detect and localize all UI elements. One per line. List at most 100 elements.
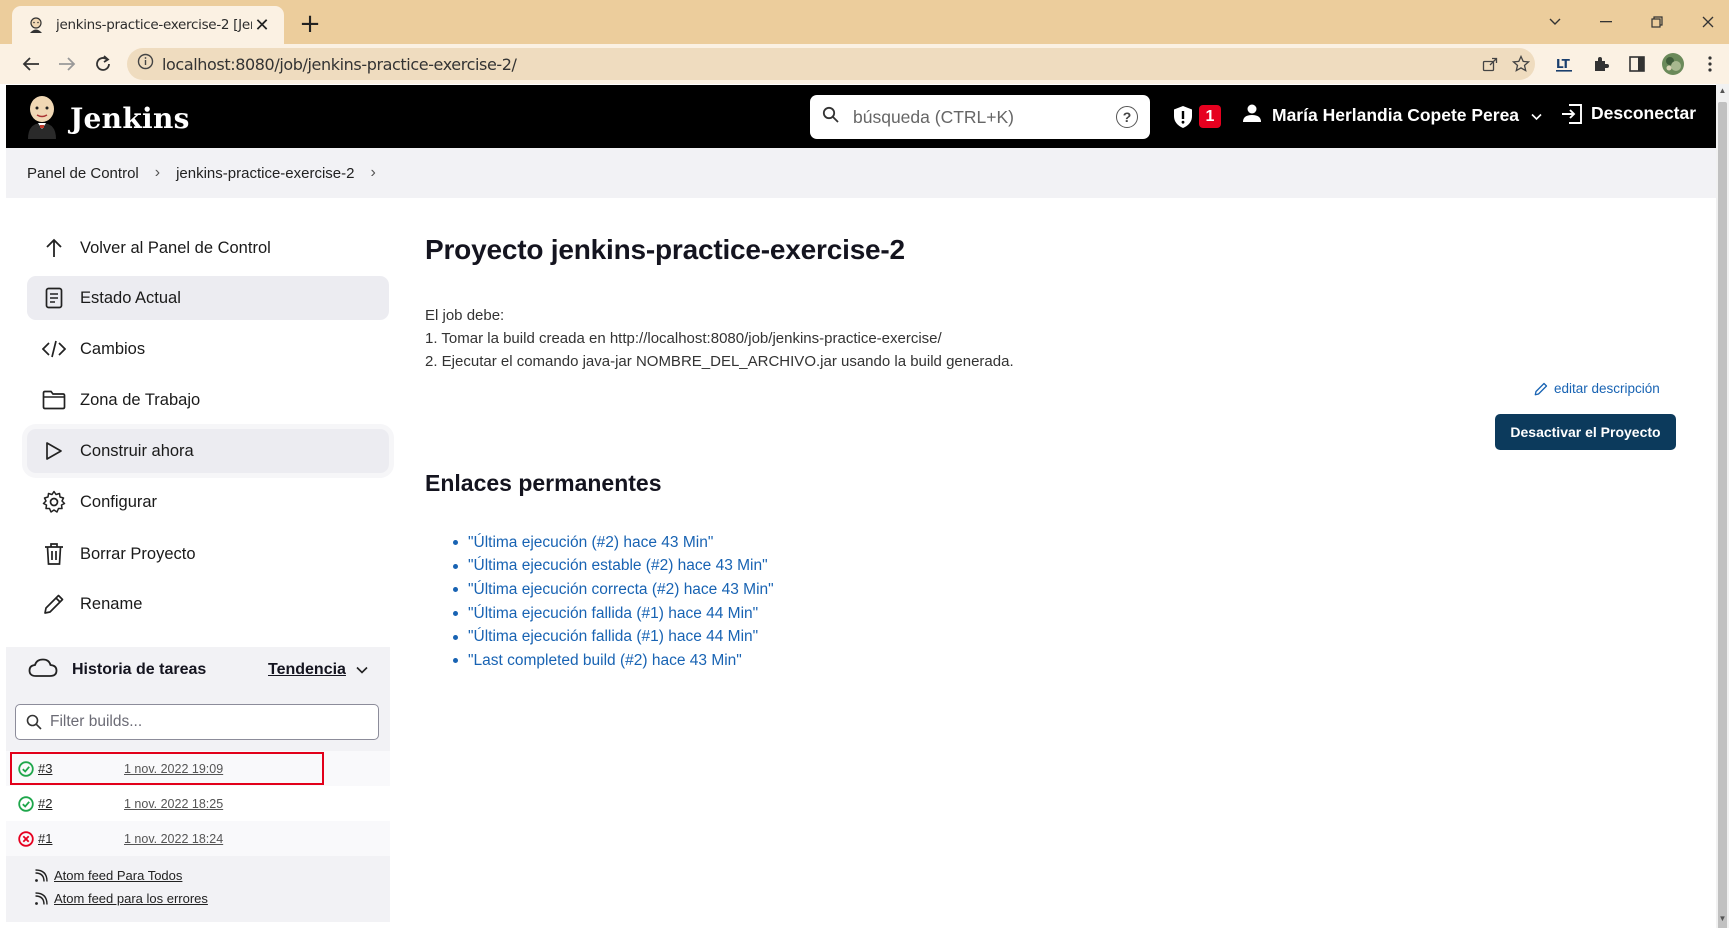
tab-strip: jenkins-practice-exercise-2 [Jenkins] ✕ … bbox=[0, 0, 1729, 44]
play-icon bbox=[42, 439, 66, 463]
build-date-link[interactable]: 1 nov. 2022 18:24 bbox=[124, 832, 223, 846]
permalinks-list: "Última ejecución (#2) hace 43 Min" "Últ… bbox=[450, 531, 774, 673]
logout-link[interactable]: Desconectar bbox=[1561, 103, 1696, 124]
jenkins-butler-logo-icon bbox=[24, 93, 60, 144]
search-input[interactable]: búsqueda (CTRL+K) bbox=[853, 107, 1116, 128]
folder-icon bbox=[42, 388, 66, 412]
atom-feed-all-link[interactable]: Atom feed Para Todos bbox=[34, 868, 182, 883]
new-tab-icon[interactable]: + bbox=[296, 11, 324, 39]
build-row[interactable]: #1 1 nov. 2022 18:24 bbox=[6, 821, 390, 856]
sidebar-item-rename[interactable]: Rename bbox=[27, 582, 389, 626]
tab-search-chevron-icon[interactable] bbox=[1535, 8, 1575, 36]
browser-menu-icon[interactable] bbox=[1696, 50, 1724, 78]
filter-builds-input[interactable]: Filter builds... bbox=[15, 704, 379, 740]
alert-count-badge[interactable]: 1 bbox=[1199, 105, 1221, 128]
pencil-icon bbox=[1534, 382, 1548, 395]
sidebar-item-label: Rename bbox=[80, 594, 143, 613]
code-icon bbox=[42, 337, 66, 361]
sidebar-item-changes[interactable]: Cambios bbox=[27, 327, 389, 371]
chevron-down-icon bbox=[356, 666, 368, 674]
scrollbar-thumb[interactable] bbox=[1718, 102, 1727, 928]
arrow-up-icon bbox=[42, 236, 66, 260]
url-text: localhost:8080/job/jenkins-practice-exer… bbox=[162, 54, 517, 74]
site-info-icon[interactable] bbox=[137, 53, 154, 75]
user-menu[interactable]: María Herlandia Copete Perea bbox=[1242, 103, 1542, 128]
permalink-item[interactable]: "Última ejecución (#2) hace 43 Min" bbox=[450, 531, 774, 555]
security-shield-icon[interactable] bbox=[1172, 105, 1194, 134]
build-number-link[interactable]: #2 bbox=[38, 796, 124, 811]
build-number-link[interactable]: #1 bbox=[38, 831, 124, 846]
edit-description-label: editar descripción bbox=[1554, 381, 1660, 396]
search-icon bbox=[26, 714, 42, 730]
logout-icon bbox=[1562, 103, 1582, 124]
sidebar-item-workspace[interactable]: Zona de Trabajo bbox=[27, 378, 389, 422]
sidebar-item-label: Configurar bbox=[80, 492, 158, 511]
jenkins-favicon-icon bbox=[26, 15, 46, 35]
address-bar[interactable]: localhost:8080/job/jenkins-practice-exer… bbox=[127, 48, 1535, 80]
job-description: El job debe: 1. Tomar la build creada en… bbox=[425, 304, 1014, 373]
browser-toolbar: localhost:8080/job/jenkins-practice-exer… bbox=[0, 44, 1729, 84]
svg-text:LT: LT bbox=[1556, 57, 1571, 71]
back-arrow-icon[interactable] bbox=[17, 50, 45, 78]
minimize-icon[interactable] bbox=[1586, 8, 1626, 36]
permalink-item[interactable]: "Última ejecución fallida (#1) hace 44 M… bbox=[450, 625, 774, 649]
profile-avatar[interactable] bbox=[1659, 50, 1687, 78]
search-box[interactable]: búsqueda (CTRL+K) ? bbox=[810, 95, 1150, 139]
restore-icon[interactable] bbox=[1637, 8, 1677, 36]
description-line: El job debe: bbox=[425, 307, 505, 324]
scroll-down-icon[interactable]: ▼ bbox=[1718, 914, 1727, 924]
extensions-puzzle-icon[interactable] bbox=[1587, 50, 1615, 78]
scroll-up-icon[interactable]: ▲ bbox=[1718, 86, 1727, 96]
page-scrollbar[interactable]: ▲ ▼ bbox=[1716, 84, 1729, 928]
pencil-icon bbox=[42, 592, 66, 616]
jenkins-home-link[interactable]: Jenkins bbox=[24, 93, 190, 144]
reload-icon[interactable] bbox=[89, 50, 117, 78]
edit-description-link[interactable]: editar descripción bbox=[1534, 381, 1660, 396]
trend-dropdown[interactable]: Tendencia bbox=[268, 661, 368, 679]
breadcrumb-item-job[interactable]: jenkins-practice-exercise-2 bbox=[176, 165, 354, 182]
trend-label: Tendencia bbox=[268, 661, 346, 678]
sidebar-item-label: Zona de Trabajo bbox=[80, 390, 201, 409]
rss-feed-icon bbox=[35, 868, 48, 882]
permalink-item[interactable]: "Última ejecución estable (#2) hace 43 M… bbox=[450, 555, 774, 579]
description-line: 1. Tomar la build creada en http://local… bbox=[425, 330, 942, 347]
build-history-title: Historia de tareas bbox=[72, 661, 207, 678]
side-panel-icon[interactable] bbox=[1623, 50, 1651, 78]
chevron-down-icon[interactable] bbox=[1531, 105, 1542, 126]
permalink-item[interactable]: "Última ejecución correcta (#2) hace 43 … bbox=[450, 578, 774, 602]
close-tab-icon[interactable]: ✕ bbox=[252, 15, 272, 35]
sidebar-item-label: Borrar Proyecto bbox=[80, 544, 196, 563]
bookmark-star-icon[interactable] bbox=[1507, 48, 1535, 80]
browser-tab[interactable]: jenkins-practice-exercise-2 [Jenkins] ✕ bbox=[12, 6, 284, 44]
sidebar-item-label: Estado Actual bbox=[80, 288, 181, 307]
document-icon bbox=[42, 286, 66, 310]
success-check-icon bbox=[18, 795, 34, 812]
build-row[interactable]: #2 1 nov. 2022 18:25 bbox=[6, 786, 390, 821]
share-icon[interactable] bbox=[1476, 48, 1504, 80]
translate-extension-icon[interactable]: LT bbox=[1551, 50, 1579, 78]
sidebar-item-build-now[interactable]: Construir ahora bbox=[27, 429, 389, 473]
highlight-annotation-box bbox=[10, 752, 324, 785]
tab-title: jenkins-practice-exercise-2 [Jenkins] bbox=[56, 17, 252, 33]
page-title: Proyecto jenkins-practice-exercise-2 bbox=[425, 234, 905, 265]
sidebar-item-back-to-dashboard[interactable]: Volver al Panel de Control bbox=[27, 226, 389, 270]
disable-project-button[interactable]: Desactivar el Proyecto bbox=[1495, 414, 1676, 450]
chevron-right-icon[interactable]: › bbox=[370, 164, 375, 182]
feed-label: Atom feed Para Todos bbox=[54, 868, 183, 883]
atom-feed-failures-link[interactable]: Atom feed para los errores bbox=[34, 891, 208, 906]
sidebar-item-configure[interactable]: Configurar bbox=[27, 480, 389, 524]
logout-label: Desconectar bbox=[1591, 103, 1697, 123]
help-icon[interactable]: ? bbox=[1116, 106, 1138, 128]
gear-icon bbox=[42, 490, 66, 514]
sidebar-item-status[interactable]: Estado Actual bbox=[27, 276, 389, 320]
forward-arrow-icon[interactable] bbox=[53, 50, 81, 78]
build-date-link[interactable]: 1 nov. 2022 18:25 bbox=[124, 797, 223, 811]
browser-window: jenkins-practice-exercise-2 [Jenkins] ✕ … bbox=[0, 0, 1729, 928]
sidebar-item-delete-project[interactable]: Borrar Proyecto bbox=[27, 532, 389, 576]
jenkins-header: Jenkins búsqueda (CTRL+K) ? 1 María Herl… bbox=[6, 85, 1716, 148]
close-window-icon[interactable] bbox=[1688, 8, 1728, 36]
breadcrumb-item-dashboard[interactable]: Panel de Control bbox=[27, 165, 139, 182]
permalink-item[interactable]: "Last completed build (#2) hace 43 Min" bbox=[450, 649, 774, 673]
permalink-item[interactable]: "Última ejecución fallida (#1) hace 44 M… bbox=[450, 602, 774, 626]
permalinks-heading: Enlaces permanentes bbox=[425, 470, 662, 496]
